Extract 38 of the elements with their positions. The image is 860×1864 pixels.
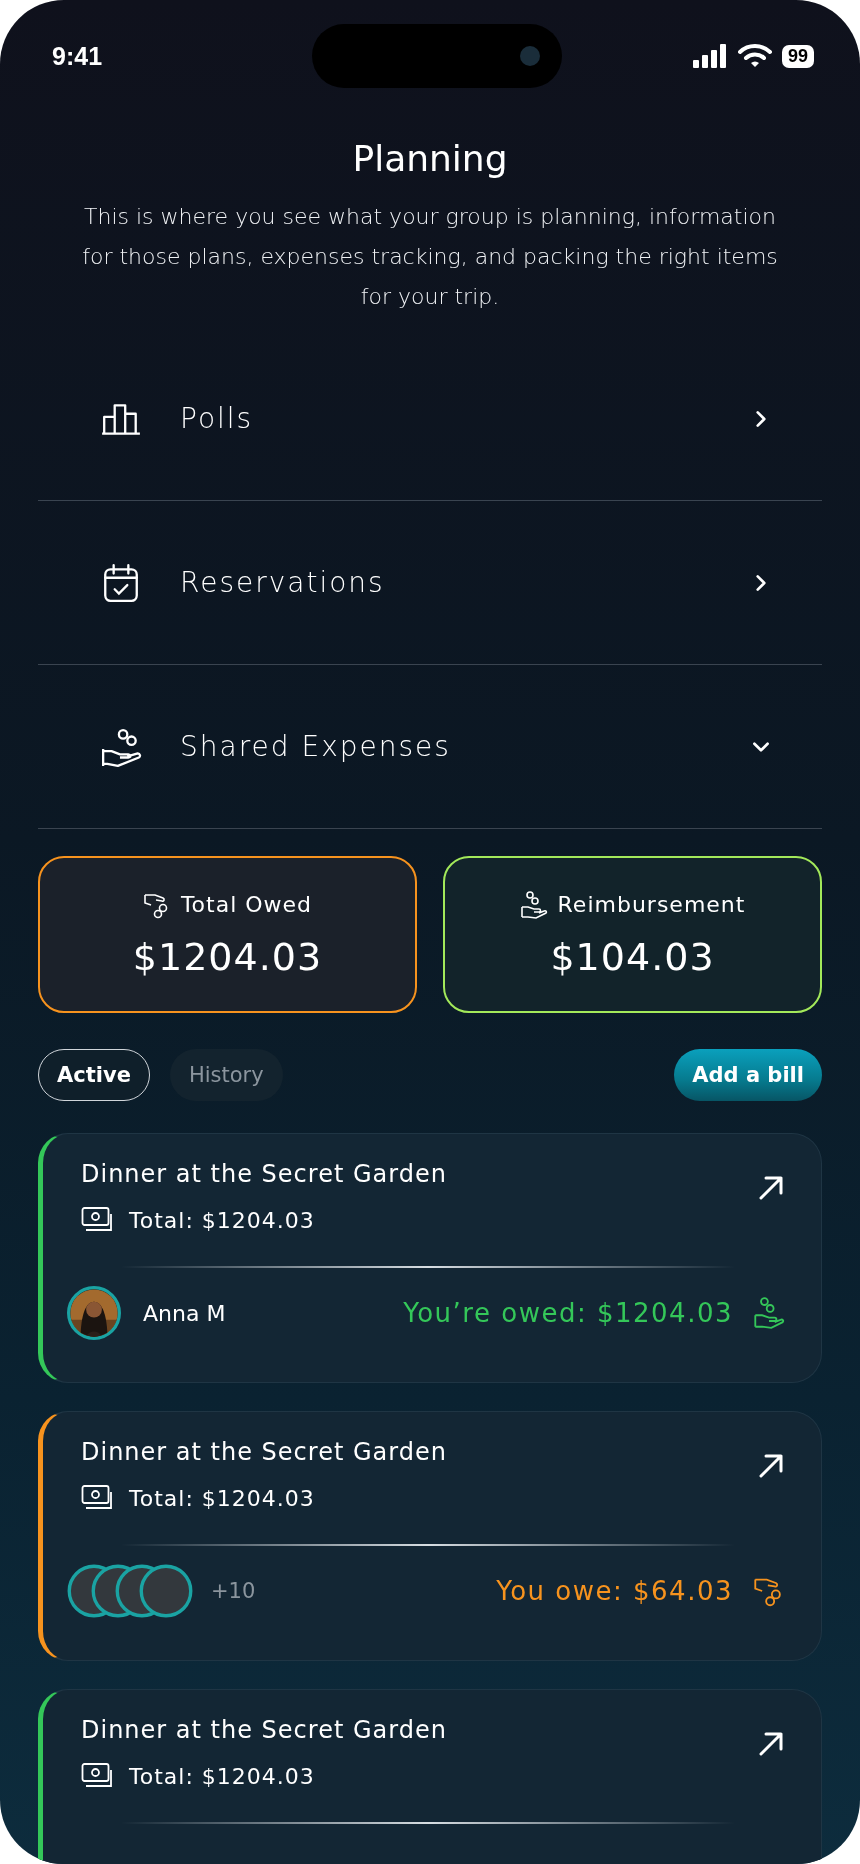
battery-icon: 99 xyxy=(781,44,814,68)
arrow-up-right-icon[interactable] xyxy=(757,1730,785,1758)
bill-title: Dinner at the Secret Garden xyxy=(81,1438,447,1466)
status-time: 9:41 xyxy=(51,41,104,71)
summary-amount: $104.03 xyxy=(550,934,715,979)
menu-item[interactable]: Shared Expenses xyxy=(38,665,822,829)
bill-card[interactable]: Dinner at the Secret Garden Total: $1204.03 +10 You owe: $64.03 xyxy=(38,1411,822,1661)
hand-coins-icon xyxy=(753,1297,785,1329)
bill-title: Dinner at the Secret Garden xyxy=(81,1716,447,1744)
hand-coins-icon xyxy=(519,890,548,919)
page-title: Planning xyxy=(351,138,509,179)
cash-icon xyxy=(81,1762,115,1790)
bill-card[interactable]: Dinner at the Secret Garden Total: $1204.03 xyxy=(38,1689,822,1864)
arrow-up-right-icon[interactable] xyxy=(757,1174,785,1202)
bill-total: Total: $1204.03 xyxy=(129,1485,315,1511)
person-name: Anna M xyxy=(143,1300,226,1326)
bill-card[interactable]: Dinner at the Secret Garden Total: $1204.03 Anna M You’re owed: $1204.03 xyxy=(38,1133,822,1383)
wifi-icon xyxy=(737,44,772,68)
more-count: +10 xyxy=(211,1579,256,1603)
cash-icon xyxy=(81,1484,115,1512)
summary-amount: $1204.03 xyxy=(132,934,323,979)
arrow-up-right-icon[interactable] xyxy=(757,1452,785,1480)
add-bill-button[interactable]: Add a bill xyxy=(674,1049,822,1101)
bill-title: Dinner at the Secret Garden xyxy=(81,1160,447,1188)
cash-icon xyxy=(81,1206,115,1234)
avatar-placeholder xyxy=(139,1564,193,1618)
balance-amount: You’re owed: $1204.03 xyxy=(403,1298,733,1328)
signal-icon xyxy=(691,44,728,68)
page-description: This is where you see what your group is planning, information for those plans, expenses tracking, and packing the right items for your trip. xyxy=(81,203,779,311)
menu-item[interactable]: Polls xyxy=(38,337,822,501)
menu-item[interactable]: Reservations xyxy=(38,501,822,665)
summary-label: Reimbursement xyxy=(557,892,746,917)
summary-label: Total Owed xyxy=(180,892,313,917)
bill-total: Total: $1204.03 xyxy=(129,1763,315,1789)
balance-amount: You owe: $64.03 xyxy=(496,1576,733,1606)
filter-tab[interactable]: History xyxy=(169,1049,283,1101)
filter-tab[interactable]: Active xyxy=(38,1049,150,1101)
bill-total: Total: $1204.03 xyxy=(129,1207,315,1233)
